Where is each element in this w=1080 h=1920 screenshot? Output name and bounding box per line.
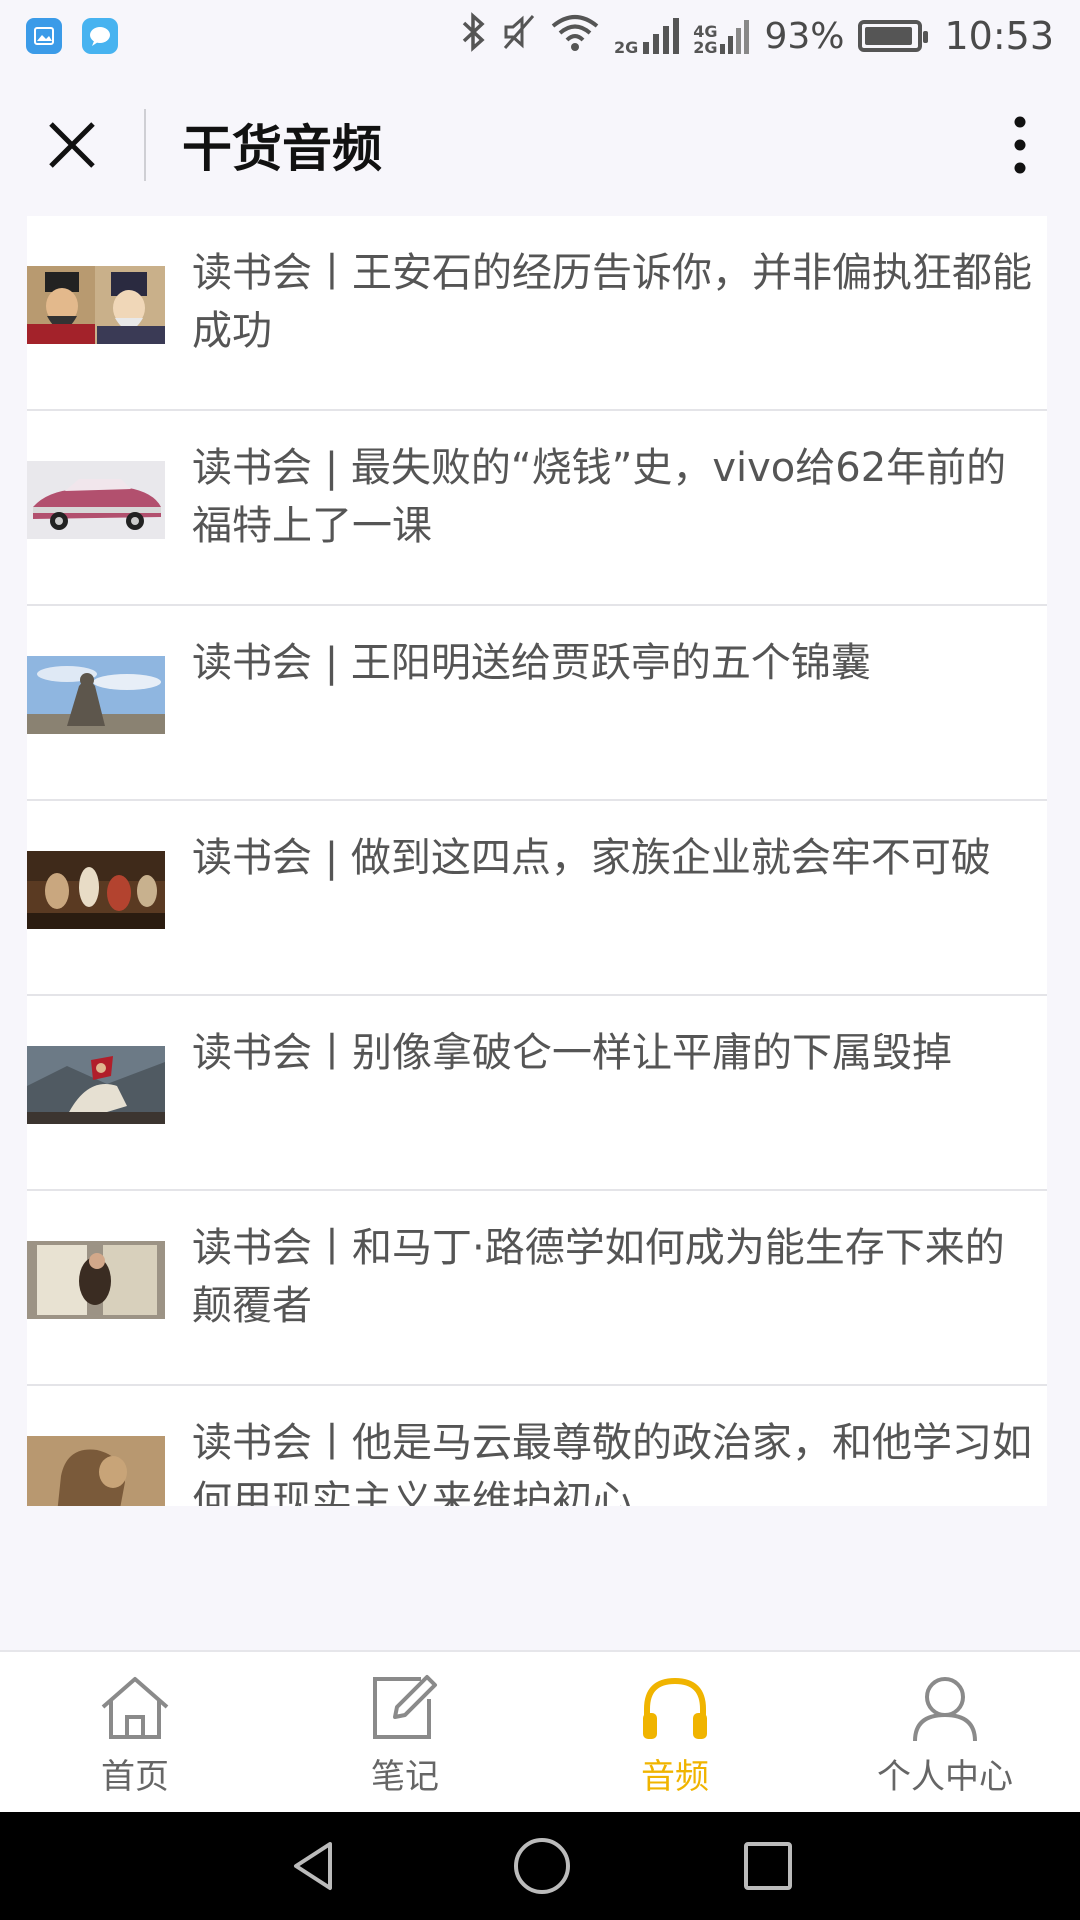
person-icon — [913, 1676, 977, 1741]
tab-label: 个人中心 — [877, 1756, 1013, 1797]
system-navigation-bar — [0, 1812, 1080, 1920]
tab-label: 音频 — [641, 1756, 709, 1797]
chat-notification-icon — [82, 18, 118, 54]
tab-label: 首页 — [101, 1756, 169, 1797]
bluetooth-icon — [460, 11, 488, 61]
thumbnail-image — [27, 1046, 165, 1124]
item-title: 读书会丨王安石的经历告诉你，并非偏执狂都能成功 — [192, 250, 1032, 354]
tab-home[interactable]: 首页 — [0, 1652, 270, 1812]
list-item[interactable]: 读书会丨别像拿破仑一样让平庸的下属毁掉 — [27, 996, 1047, 1191]
tab-notes[interactable]: 笔记 — [270, 1652, 540, 1812]
tab-audio[interactable]: 音频 — [540, 1652, 810, 1812]
clock: 10:53 — [944, 14, 1054, 58]
thumbnail-image — [27, 1436, 165, 1506]
tab-profile[interactable]: 个人中心 — [810, 1652, 1080, 1812]
signal-4g-icon: 4G 2G — [693, 16, 750, 56]
item-title: 读书会 | 做到这四点，家族企业就会牢不可破 — [192, 835, 991, 881]
page-header: 干货音频 — [0, 72, 1080, 218]
audio-list: 读书会丨王安石的经历告诉你，并非偏执狂都能成功 读书会 | 最失败的“烧钱”史，… — [27, 216, 1047, 1506]
battery-icon — [858, 20, 929, 52]
more-options-button[interactable] — [960, 72, 1080, 218]
close-icon — [49, 122, 95, 168]
gallery-notification-icon — [26, 18, 62, 54]
edit-note-icon — [373, 1674, 437, 1739]
list-item[interactable]: 读书会丨和马丁·路德学如何成为能生存下来的颠覆者 — [27, 1191, 1047, 1386]
home-circle-icon[interactable] — [512, 1836, 572, 1896]
signal-2g-icon: 2G — [614, 16, 680, 56]
item-title: 读书会丨和马丁·路德学如何成为能生存下来的颠覆者 — [192, 1225, 1005, 1329]
bottom-tab-bar: 首页 笔记 音频 个人中心 — [0, 1650, 1080, 1812]
list-item[interactable]: 读书会丨王安石的经历告诉你，并非偏执狂都能成功 — [27, 216, 1047, 411]
close-button[interactable] — [0, 72, 144, 218]
page-title: 干货音频 — [182, 120, 382, 178]
item-title: 读书会 | 最失败的“烧钱”史，vivo给62年前的福特上了一课 — [192, 445, 1007, 549]
wifi-icon — [550, 12, 600, 61]
battery-percent: 93% — [764, 15, 845, 57]
item-title: 读书会丨他是马云最尊敬的政治家，和他学习如何用现实主义来维护初心 — [192, 1420, 1032, 1506]
tab-label: 笔记 — [371, 1756, 439, 1797]
back-icon[interactable] — [286, 1838, 342, 1894]
more-vertical-icon — [1014, 116, 1026, 174]
item-title: 读书会 | 王阳明送给贾跃亭的五个锦囊 — [192, 640, 871, 686]
home-icon — [101, 1676, 169, 1739]
thumbnail-image — [27, 656, 165, 734]
list-item[interactable]: 读书会丨他是马云最尊敬的政治家，和他学习如何用现实主义来维护初心 — [27, 1386, 1047, 1506]
thumbnail-image — [27, 461, 165, 539]
item-title: 读书会丨别像拿破仑一样让平庸的下属毁掉 — [192, 1030, 952, 1076]
list-item[interactable]: 读书会 | 做到这四点，家族企业就会牢不可破 — [27, 801, 1047, 996]
recents-icon[interactable] — [742, 1840, 794, 1892]
headphones-icon — [643, 1677, 707, 1739]
status-bar: 2G 4G 2G 93% 10:53 — [0, 0, 1080, 72]
thumbnail-image — [27, 1241, 165, 1319]
thumbnail-image — [27, 851, 165, 929]
header-divider — [144, 109, 146, 181]
thumbnail-image — [27, 266, 165, 344]
mute-icon — [502, 12, 536, 61]
list-item[interactable]: 读书会 | 最失败的“烧钱”史，vivo给62年前的福特上了一课 — [27, 411, 1047, 606]
list-item[interactable]: 读书会 | 王阳明送给贾跃亭的五个锦囊 — [27, 606, 1047, 801]
